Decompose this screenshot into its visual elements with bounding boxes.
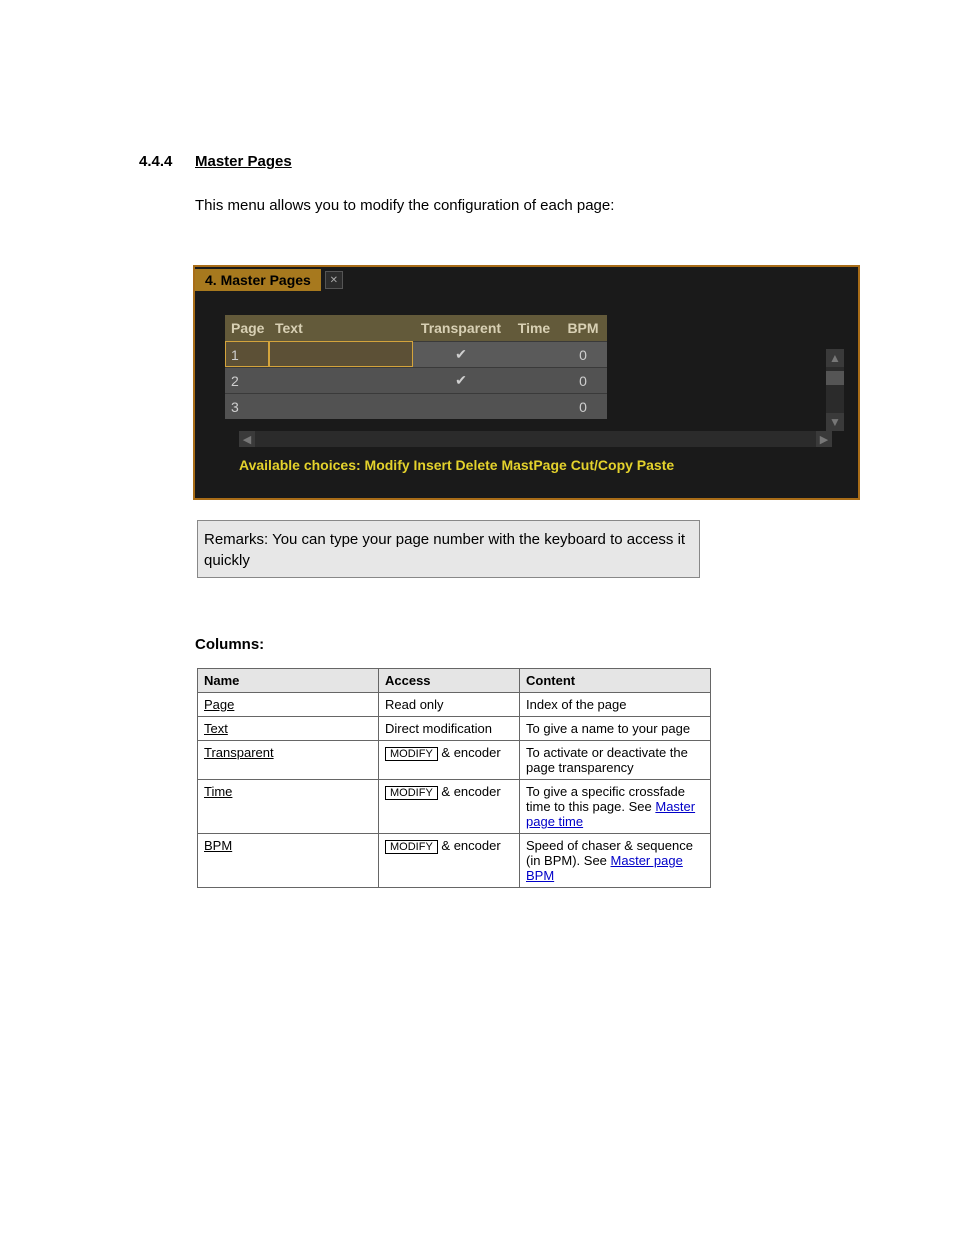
col-header-time[interactable]: Time <box>509 315 559 341</box>
panel-tab-label[interactable]: 4. Master Pages <box>195 269 321 291</box>
cell-text[interactable] <box>269 341 413 367</box>
col-access: Read only <box>379 693 520 717</box>
scroll-left-icon[interactable]: ◀ <box>239 431 255 447</box>
section-number: 4.4.4 <box>139 153 172 170</box>
scroll-right-icon[interactable]: ▶ <box>816 431 832 447</box>
cell-transparent[interactable]: ✔ <box>413 367 509 393</box>
col-access: MODIFY & encoder <box>379 834 520 888</box>
cell-time[interactable] <box>509 393 559 419</box>
available-choices: Available choices: Modify Insert Delete … <box>239 457 852 473</box>
col-name: Time <box>204 784 232 799</box>
table-row: Time MODIFY & encoder To give a specific… <box>198 780 711 834</box>
cell-page[interactable]: 2 <box>225 367 269 393</box>
columns-label: Columns: <box>195 636 264 653</box>
th-content: Content <box>520 669 711 693</box>
cell-transparent[interactable] <box>413 393 509 419</box>
col-content: Speed of chaser & sequence (in BPM). See… <box>520 834 711 888</box>
cell-time[interactable] <box>509 341 559 367</box>
cell-text[interactable] <box>269 393 413 419</box>
col-header-text[interactable]: Text <box>269 315 413 341</box>
table-row: Text Direct modification To give a name … <box>198 717 711 741</box>
col-header-bpm[interactable]: BPM <box>559 315 607 341</box>
horizontal-scrollbar[interactable]: ◀ ▶ <box>239 431 832 447</box>
col-name: Page <box>204 697 234 712</box>
col-access: MODIFY & encoder <box>379 741 520 780</box>
modify-button[interactable]: MODIFY <box>385 747 438 761</box>
columns-table: Name Access Content Page Read only Index… <box>197 668 711 888</box>
scrollbar-thumb[interactable] <box>826 371 844 385</box>
table-row: BPM MODIFY & encoder Speed of chaser & s… <box>198 834 711 888</box>
section-title: Master Pages <box>195 153 292 170</box>
th-name: Name <box>198 669 379 693</box>
col-content: To activate or deactivate the page trans… <box>520 741 711 780</box>
cell-page[interactable]: 1 <box>225 341 269 367</box>
col-header-page[interactable]: Page <box>225 315 269 341</box>
cell-page[interactable]: 3 <box>225 393 269 419</box>
col-access: MODIFY & encoder <box>379 780 520 834</box>
cell-bpm[interactable]: 0 <box>559 367 607 393</box>
scroll-up-icon[interactable]: ▲ <box>826 349 844 367</box>
col-name: BPM <box>204 838 232 853</box>
close-icon[interactable]: ✕ <box>325 271 343 289</box>
col-access: Direct modification <box>379 717 520 741</box>
col-content: Index of the page <box>520 693 711 717</box>
col-content: To give a name to your page <box>520 717 711 741</box>
table-row: Transparent MODIFY & encoder To activate… <box>198 741 711 780</box>
col-name: Transparent <box>204 745 274 760</box>
cell-text[interactable] <box>269 367 413 393</box>
col-content: To give a specific crossfade time to thi… <box>520 780 711 834</box>
modify-button[interactable]: MODIFY <box>385 786 438 800</box>
col-name: Text <box>204 721 228 736</box>
scroll-down-icon[interactable]: ▼ <box>826 413 844 431</box>
cell-bpm[interactable]: 0 <box>559 393 607 419</box>
cell-time[interactable] <box>509 367 559 393</box>
cell-bpm[interactable]: 0 <box>559 341 607 367</box>
intro-text: This menu allows you to modify the confi… <box>195 196 835 216</box>
master-pages-panel: 4. Master Pages ✕ Page Text Transparent … <box>193 265 860 500</box>
table-row: Page Read only Index of the page <box>198 693 711 717</box>
master-pages-grid: Page Text Transparent Time BPM 1 ✔ 0 2 ✔… <box>225 315 607 419</box>
remarks-box: Remarks: You can type your page number w… <box>197 520 700 578</box>
th-access: Access <box>379 669 520 693</box>
cell-transparent[interactable]: ✔ <box>413 341 509 367</box>
col-header-transparent[interactable]: Transparent <box>413 315 509 341</box>
modify-button[interactable]: MODIFY <box>385 840 438 854</box>
